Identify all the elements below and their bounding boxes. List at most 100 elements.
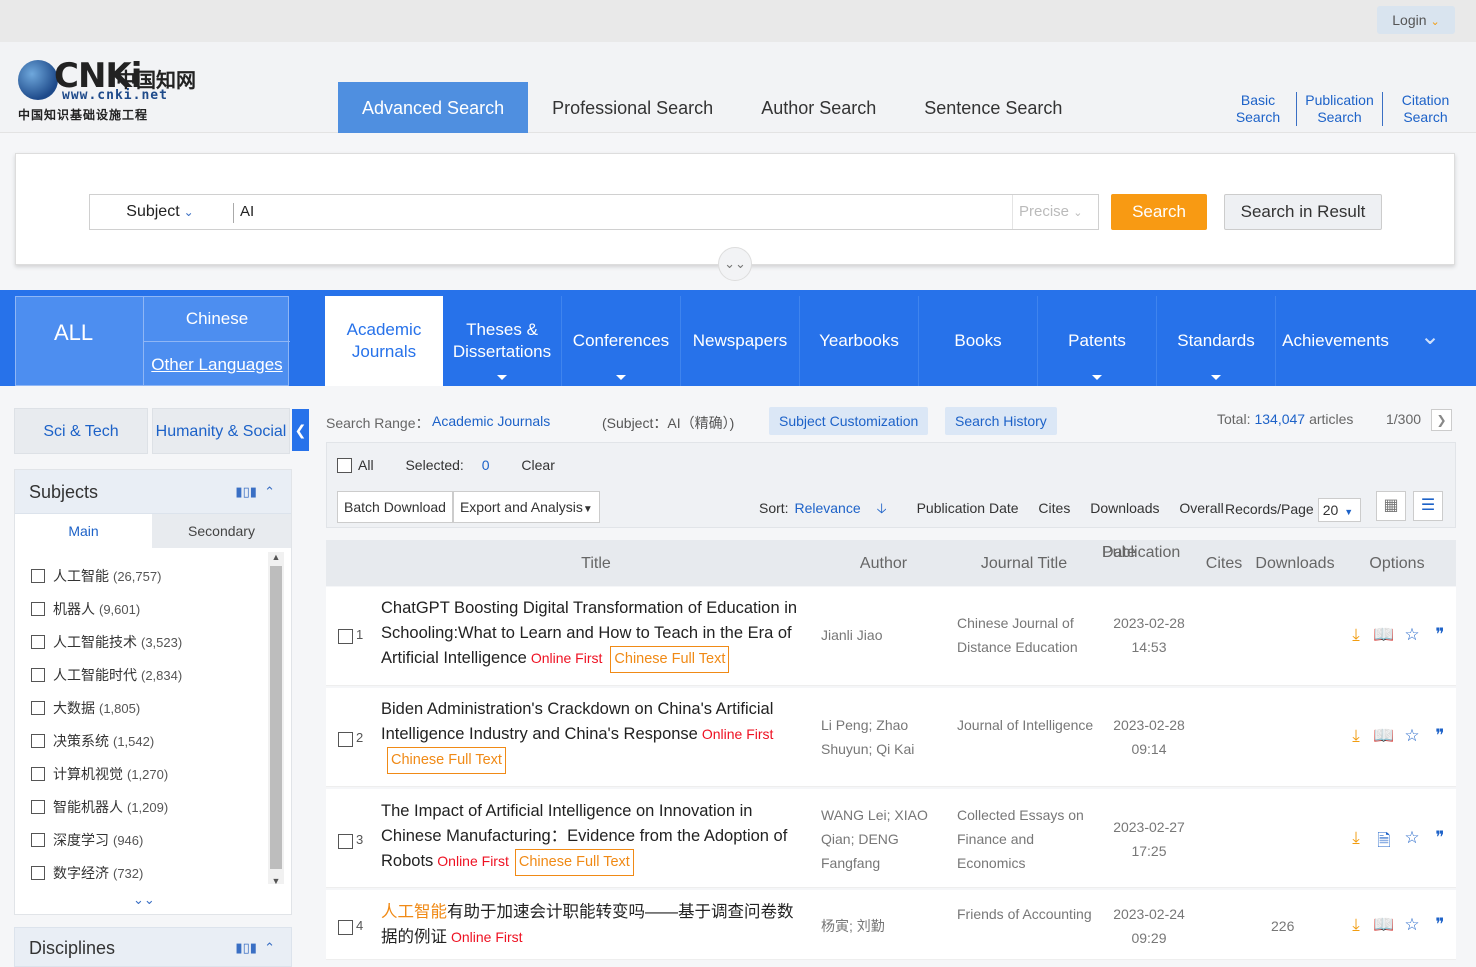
select-all[interactable]: All [337, 457, 388, 473]
author-link[interactable]: WANG Lei; XIAO Qian; DENG Fangfang [821, 803, 946, 875]
download-icon[interactable]: ⤓ [1342, 726, 1370, 746]
sort-cites[interactable]: Cites [1038, 500, 1070, 516]
download-icon[interactable]: ⤓ [1342, 915, 1370, 935]
col-cites[interactable]: Cites [1201, 554, 1247, 574]
chinese-full-text-button[interactable]: Chinese Full Text [610, 646, 730, 673]
tab-humanity-social[interactable]: Humanity & Social [152, 408, 290, 454]
checkbox[interactable] [338, 920, 353, 935]
match-mode-select[interactable]: Precise ⌄ [1012, 195, 1098, 229]
read-online-icon[interactable]: 📖 [1370, 726, 1398, 746]
tab-secondary[interactable]: Secondary [152, 514, 291, 548]
download-icon[interactable]: ⤓ [1342, 625, 1370, 645]
article-title[interactable]: ChatGPT Boosting Digital Transformation … [381, 596, 811, 673]
chinese-option[interactable]: Chinese [143, 297, 290, 342]
checkbox[interactable] [31, 866, 45, 880]
cite-icon[interactable]: ❞ [1426, 726, 1454, 746]
bar-chart-icon[interactable]: ▮▯▮ ⌃ [235, 940, 275, 956]
range-value[interactable]: Academic Journals [432, 413, 550, 429]
list-item[interactable]: 人工智能 (26,757) [31, 564, 265, 597]
list-item[interactable]: 大数据 (1,805) [31, 696, 265, 729]
list-item[interactable]: 人工智能时代 (2,834) [31, 663, 265, 696]
sort-relevance[interactable]: Relevance 🡣 [794, 500, 902, 516]
list-item[interactable]: 深度学习 (946) [31, 828, 265, 861]
search-history-button[interactable]: Search History [945, 407, 1057, 435]
chinese-full-text-button[interactable]: Chinese Full Text [387, 747, 506, 774]
tab-yearbooks[interactable]: Yearbooks [800, 296, 919, 386]
cite-icon[interactable]: ❞ [1426, 828, 1454, 857]
tab-patents[interactable]: Patents [1038, 296, 1157, 386]
tab-sci-tech[interactable]: Sci & Tech [14, 408, 148, 454]
col-downloads[interactable]: Downloads [1251, 554, 1339, 574]
tab-sentence-search[interactable]: Sentence Search [900, 82, 1086, 133]
author-link[interactable]: Li Peng; Zhao Shuyun; Qi Kai [821, 713, 946, 761]
col-author[interactable]: Author [831, 554, 936, 574]
sort-publication-date[interactable]: Publication Date [917, 500, 1019, 516]
scroll-down-icon[interactable]: ▼ [268, 876, 284, 890]
col-journal[interactable]: Journal Title [964, 554, 1084, 574]
checkbox[interactable] [31, 800, 45, 814]
clear-button[interactable]: Clear [521, 457, 554, 473]
journal-link[interactable]: Chinese Journal of Distance Education [957, 611, 1097, 659]
tab-standards[interactable]: Standards [1157, 296, 1276, 386]
publication-search-link[interactable]: Publication Search [1296, 92, 1382, 126]
tab-conferences[interactable]: Conferences [562, 296, 681, 386]
checkbox[interactable] [31, 701, 45, 715]
checkbox[interactable] [31, 734, 45, 748]
checkbox[interactable] [337, 458, 352, 473]
disciplines-panel[interactable]: Disciplines ▮▯▮ ⌃ [14, 927, 292, 967]
login-button[interactable]: Login ⌄ [1377, 6, 1455, 34]
cite-icon[interactable]: ❞ [1426, 915, 1454, 935]
search-button[interactable]: Search [1111, 194, 1207, 230]
next-page-icon[interactable]: ❯ [1431, 409, 1452, 431]
checkbox[interactable] [31, 569, 45, 583]
col-title[interactable]: Title [551, 554, 641, 574]
journal-link[interactable]: Collected Essays on Finance and Economic… [957, 803, 1097, 875]
tab-achievements[interactable]: Achievements [1276, 296, 1395, 386]
collapse-sidebar-icon[interactable]: ❮ [292, 409, 309, 451]
read-online-icon[interactable]: 📖 [1370, 625, 1398, 645]
checkbox[interactable] [338, 732, 353, 747]
tab-academic-journals[interactable]: Academic Journals [325, 296, 443, 386]
list-view-icon[interactable]: ☰ [1413, 491, 1443, 521]
checkbox[interactable] [31, 635, 45, 649]
list-item[interactable]: 智能机器人 (1,209) [31, 795, 265, 828]
search-input[interactable]: AI [240, 195, 254, 229]
sort-overall[interactable]: Overall [1179, 500, 1223, 516]
checkbox[interactable] [31, 833, 45, 847]
all-languages[interactable]: ALL [54, 320, 93, 346]
chinese-full-text-button[interactable]: Chinese Full Text [514, 849, 634, 876]
list-item[interactable]: 人工智能技术 (3,523) [31, 630, 265, 663]
tab-professional-search[interactable]: Professional Search [528, 82, 737, 133]
tab-advanced-search[interactable]: Advanced Search [338, 82, 529, 133]
checkbox[interactable] [338, 834, 353, 849]
checkbox[interactable] [31, 602, 45, 616]
other-languages-link[interactable]: Other Languages [143, 342, 290, 386]
journal-link[interactable]: Journal of Intelligence [957, 713, 1097, 737]
journal-link[interactable]: Friends of Accounting [957, 902, 1097, 926]
expand-databases-icon[interactable]: ⌄ [1414, 322, 1446, 354]
cnki-logo[interactable]: CNKi 中国知网 www.cnki.net 中国知识基础设施工程 [18, 56, 200, 122]
checkbox[interactable] [31, 767, 45, 781]
scroll-up-icon[interactable]: ▲ [268, 552, 284, 566]
article-title[interactable]: 人工智能有助于加速会计职能转变吗——基于调查问卷数据的例证 Online Firs… [381, 900, 806, 950]
search-in-result-button[interactable]: Search in Result [1224, 194, 1382, 230]
list-item[interactable]: 机器人 (9,601) [31, 597, 265, 630]
favorite-star-icon[interactable]: ☆ [1398, 828, 1426, 857]
tab-author-search[interactable]: Author Search [737, 82, 900, 133]
list-item[interactable]: 决策系统 (1,542) [31, 729, 265, 762]
download-icon[interactable]: ⤓ [1342, 828, 1370, 857]
read-online-icon[interactable]: 📖 [1370, 915, 1398, 935]
checkbox[interactable] [338, 629, 353, 644]
pdf-icon[interactable]: 🗎 [1370, 828, 1398, 857]
scrollbar-thumb[interactable] [270, 566, 282, 869]
article-title[interactable]: Biden Administration's Crackdown on Chin… [381, 697, 817, 774]
tab-newspapers[interactable]: Newspapers [681, 296, 800, 386]
author-link[interactable]: Jianli Jiao [821, 623, 946, 647]
records-select[interactable]: 20 ▼ [1317, 498, 1361, 522]
favorite-star-icon[interactable]: ☆ [1398, 726, 1426, 746]
author-link[interactable]: 杨寅; 刘勤 [821, 914, 946, 938]
tab-theses-dissertations[interactable]: Theses & Dissertations [443, 296, 562, 386]
cite-icon[interactable]: ❞ [1426, 625, 1454, 645]
tab-main[interactable]: Main [15, 514, 152, 548]
download-count[interactable]: 226 [1271, 918, 1301, 934]
